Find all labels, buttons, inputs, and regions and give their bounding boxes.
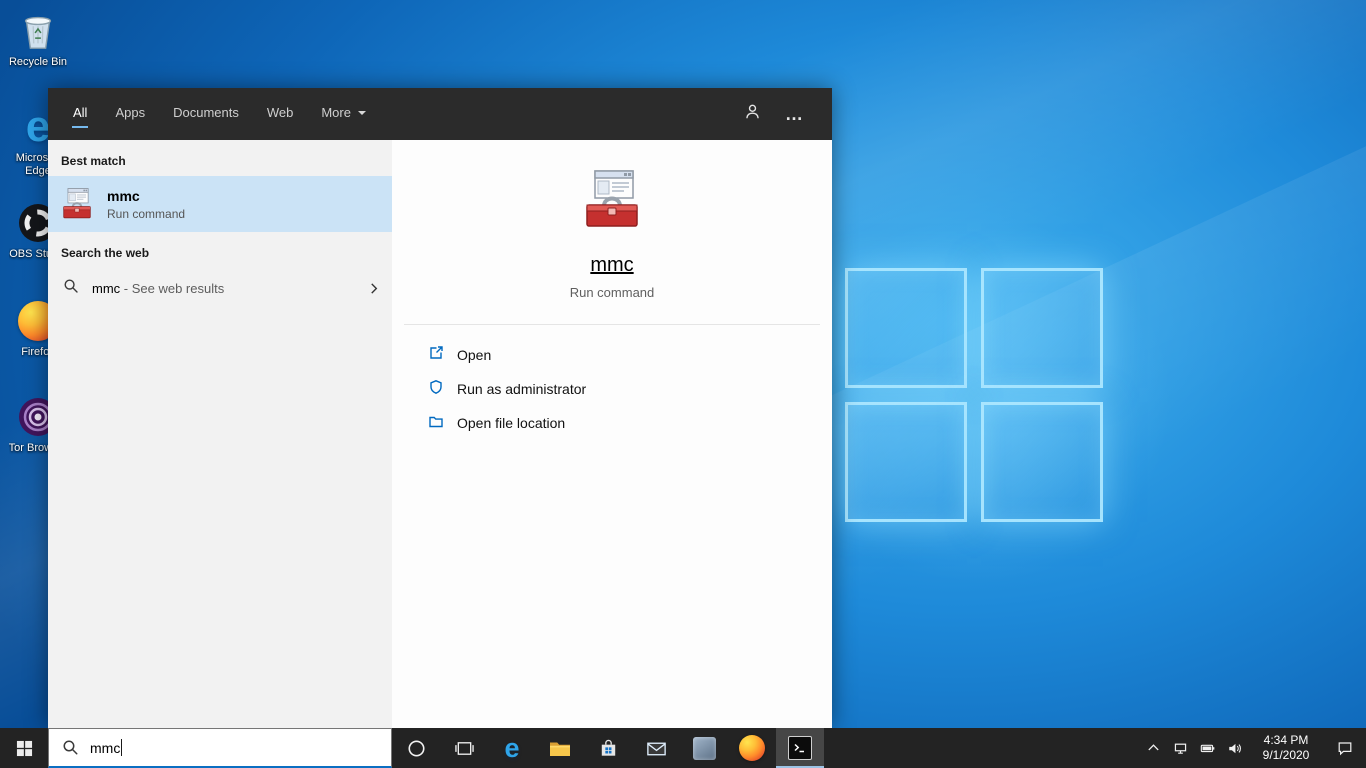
edge-icon: e (504, 733, 520, 763)
command-prompt-icon (788, 736, 812, 760)
desktop-icon-recycle-bin[interactable]: Recycle Bin (5, 10, 71, 69)
chevron-right-icon[interactable] (369, 281, 380, 296)
preview-actions: Open Run as administrator Open file loca… (392, 325, 832, 435)
windows-desktop: Recycle Bin e Microsoft Edge OBS Studio … (0, 0, 1366, 768)
chevron-up-icon (1148, 743, 1159, 750)
preview-subtitle: Run command (569, 285, 655, 300)
chevron-down-icon (357, 110, 366, 115)
volume-button[interactable] (1221, 728, 1248, 768)
tab-apps[interactable]: Apps (114, 100, 146, 128)
search-flyout: All Apps Documents Web More … Best match… (48, 88, 832, 728)
search-web-header: Search the web (61, 246, 150, 260)
cortana-icon (407, 739, 425, 757)
clock-date: 9/1/2020 (1262, 748, 1310, 762)
start-button[interactable] (0, 728, 48, 768)
search-results-pane: Best match mmc Run command Search the we… (48, 140, 392, 728)
windows-logo-pane (845, 268, 967, 388)
search-icon (63, 740, 78, 755)
web-suggestion-suffix: - See web results (120, 280, 225, 296)
best-match-subtitle: Run command (107, 206, 186, 221)
tab-web[interactable]: Web (266, 100, 295, 128)
best-match-text: mmc Run command (107, 188, 185, 221)
action-open-file-location[interactable]: Open file location (428, 411, 832, 435)
tab-documents-label: Documents (173, 105, 239, 120)
web-suggestion[interactable]: mmc - See web results (48, 268, 392, 308)
mmc-icon (60, 187, 94, 221)
windows-logo-pane (981, 268, 1103, 388)
open-icon (428, 345, 444, 366)
cortana-button[interactable] (392, 728, 440, 768)
options-button[interactable]: … (785, 105, 804, 123)
web-suggestion-query: mmc (92, 280, 121, 296)
tab-all[interactable]: All (72, 100, 89, 128)
action-label: Run as administrator (457, 381, 587, 397)
windows-logo-pane (981, 402, 1103, 522)
firefox-icon (739, 735, 765, 761)
hidden-icons-button[interactable] (1140, 728, 1167, 768)
preview-title[interactable]: mmc (404, 254, 820, 277)
task-view-icon (454, 741, 474, 755)
folder-icon (428, 413, 444, 434)
search-input-value: mmc (90, 739, 121, 756)
desktop-icon-label: Recycle Bin (8, 56, 68, 68)
web-suggestion-text: mmc - See web results (92, 281, 224, 296)
task-view-button[interactable] (440, 728, 488, 768)
text-cursor (121, 739, 123, 756)
action-open[interactable]: Open (428, 343, 832, 367)
notification-icon (1338, 742, 1352, 756)
tab-more-label: More (321, 105, 351, 120)
best-match-header: Best match (61, 154, 126, 168)
speaker-icon (1229, 743, 1241, 753)
best-match-title: mmc (107, 187, 140, 204)
edge-taskbar-button[interactable]: e (488, 728, 536, 768)
mmc-icon-large (580, 168, 644, 232)
file-explorer-button[interactable] (536, 728, 584, 768)
system-tray: 4:34 PM 9/1/2020 (1140, 728, 1366, 768)
mail-button[interactable] (632, 728, 680, 768)
network-button[interactable] (1167, 728, 1194, 768)
battery-button[interactable] (1194, 728, 1221, 768)
action-center-button[interactable] (1324, 728, 1366, 768)
taskbar-clock[interactable]: 4:34 PM 9/1/2020 (1248, 728, 1324, 768)
ellipsis-icon: … (785, 104, 804, 124)
clock-time: 4:34 PM (1263, 733, 1309, 747)
tab-all-label: All (73, 105, 88, 120)
search-flyout-body: Best match mmc Run command Search the we… (48, 140, 832, 728)
preview-pane: mmc Run command Open Run as administrato… (392, 140, 832, 728)
search-icon (63, 278, 79, 299)
search-tab-bar: All Apps Documents Web More … (48, 88, 832, 140)
file-explorer-icon (550, 742, 570, 756)
tab-more[interactable]: More (320, 100, 367, 128)
store-icon (601, 739, 615, 756)
taskbar-search-input[interactable]: mmc (48, 728, 392, 768)
command-prompt-button[interactable] (776, 728, 824, 768)
shield-icon (428, 379, 444, 400)
person-icon (746, 104, 759, 119)
best-match-result[interactable]: mmc Run command (48, 176, 392, 232)
action-label: Open file location (457, 415, 566, 431)
preview-header: mmc Run command (404, 140, 820, 325)
network-icon (1174, 743, 1187, 754)
windows-logo (845, 268, 1103, 522)
recycle-bin-icon (17, 10, 59, 52)
action-run-as-administrator[interactable]: Run as administrator (428, 377, 832, 401)
tab-apps-label: Apps (115, 105, 146, 120)
taskbar: mmc e 4:34 PM 9/1/2020 (0, 728, 1366, 768)
account-button[interactable] (744, 103, 761, 125)
windows-logo-pane (845, 402, 967, 522)
windows-start-icon (16, 740, 32, 756)
tab-web-label: Web (266, 105, 294, 120)
firefox-taskbar-button[interactable] (728, 728, 776, 768)
search-header-tools: … (744, 103, 808, 125)
tab-documents[interactable]: Documents (172, 100, 240, 128)
edge-glyph: e (25, 102, 51, 151)
action-label: Open (457, 347, 492, 363)
pinned-app-button[interactable] (680, 728, 728, 768)
mail-icon (646, 742, 666, 755)
microsoft-store-button[interactable] (584, 728, 632, 768)
pinned-app-icon (692, 736, 716, 760)
battery-icon (1200, 744, 1215, 752)
